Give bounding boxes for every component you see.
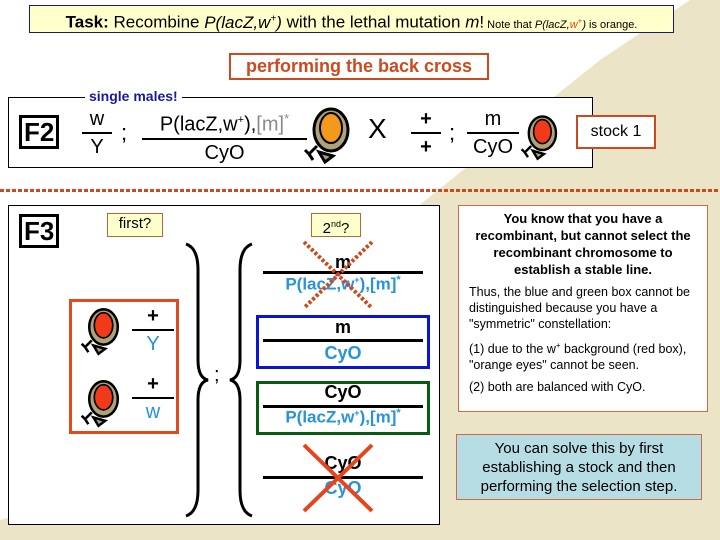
explanation-para-3: (2) both are balanced with CyO. — [469, 380, 646, 395]
x-top: + — [147, 305, 159, 327]
x-bottom: Y — [146, 333, 160, 355]
chr2-genotype-3-bottom: P(lacZ,w+),[m]* — [285, 407, 401, 427]
stock-1-label: stock 1 — [576, 115, 656, 149]
second-question-label: 2nd? — [311, 213, 361, 237]
chr2-bottom: CyO — [473, 136, 513, 158]
task-text-2: with the lethal mutation — [281, 12, 466, 32]
f2-female-chr2-genotype: m CyO — [467, 108, 519, 158]
separator: ; — [121, 120, 128, 145]
chr2-genotype-3-top: CyO — [324, 382, 362, 402]
generation-label-f3: F3 — [19, 214, 60, 248]
x-top: + — [147, 373, 159, 395]
fraction-bar — [263, 339, 423, 342]
male-fly-orange-eye-icon — [303, 107, 350, 165]
task-mutation: m — [465, 12, 480, 32]
solution-box: You can solve this by first establishing… — [456, 434, 702, 500]
x-bottom: Y — [90, 136, 104, 158]
task-banner: Task: Recombine P(lacZ,w+) with the leth… — [29, 5, 674, 33]
fly-red-eye-icon — [520, 115, 558, 161]
fraction-bar — [467, 132, 519, 134]
fly-red-eye-icon — [80, 380, 120, 428]
generation-label-f2: F2 — [19, 115, 60, 149]
solid-cross-out-icon — [302, 443, 374, 513]
chr2-bottom: CyO — [204, 141, 245, 164]
separator: ; — [214, 364, 220, 386]
f2-female-x-genotype: + + — [411, 108, 441, 158]
fraction-bar — [82, 132, 112, 134]
x-bottom: + — [420, 136, 432, 158]
x-top: + — [420, 108, 432, 130]
chr2-top: m — [484, 108, 502, 130]
explanation-para-2: (1) due to the w+ background (red box), … — [469, 341, 687, 373]
f3-x-genotype-female: + w — [132, 373, 174, 423]
separator: ; — [449, 120, 456, 145]
fraction-bar — [411, 132, 441, 134]
dotted-divider — [0, 189, 720, 192]
f2-male-x-genotype: w Y — [82, 108, 112, 158]
fly-red-eye-icon — [80, 308, 120, 356]
f3-x-genotype-male: + Y — [132, 305, 174, 355]
cross-symbol: X — [368, 113, 387, 144]
first-question-label: first? — [107, 213, 163, 237]
chr2-genotype-2-top: m — [334, 317, 351, 337]
section-subtitle: performing the back cross — [229, 53, 489, 80]
curly-braces — [185, 242, 253, 518]
fraction-bar — [132, 329, 174, 331]
single-males-label: single males! — [85, 88, 182, 104]
explanation-heading: You know that you have a recombinant, bu… — [475, 211, 691, 277]
f2-male-chr2-genotype: P(lacZ,w+),[m]* CyO — [142, 108, 307, 164]
chr2-genotype-2-bottom: CyO — [324, 343, 362, 363]
dotted-cross-out-icon — [302, 240, 374, 310]
task-construct: P(lacZ,w+) — [204, 12, 282, 32]
fraction-bar — [132, 397, 174, 399]
fraction-bar — [142, 137, 307, 140]
task-prefix: Task: — [65, 12, 109, 32]
explanation-box: You know that you have a recombinant, bu… — [458, 205, 708, 412]
task-text: Recombine — [108, 12, 205, 32]
task-note: Note that P(lacZ,w+) is orange. — [484, 16, 638, 31]
chr2-top: P(lacZ,w+),[m]* — [159, 111, 290, 136]
explanation-para-1: Thus, the blue and green box cannot be d… — [469, 285, 690, 331]
x-top: w — [89, 108, 105, 130]
x-bottom: w — [145, 401, 161, 423]
